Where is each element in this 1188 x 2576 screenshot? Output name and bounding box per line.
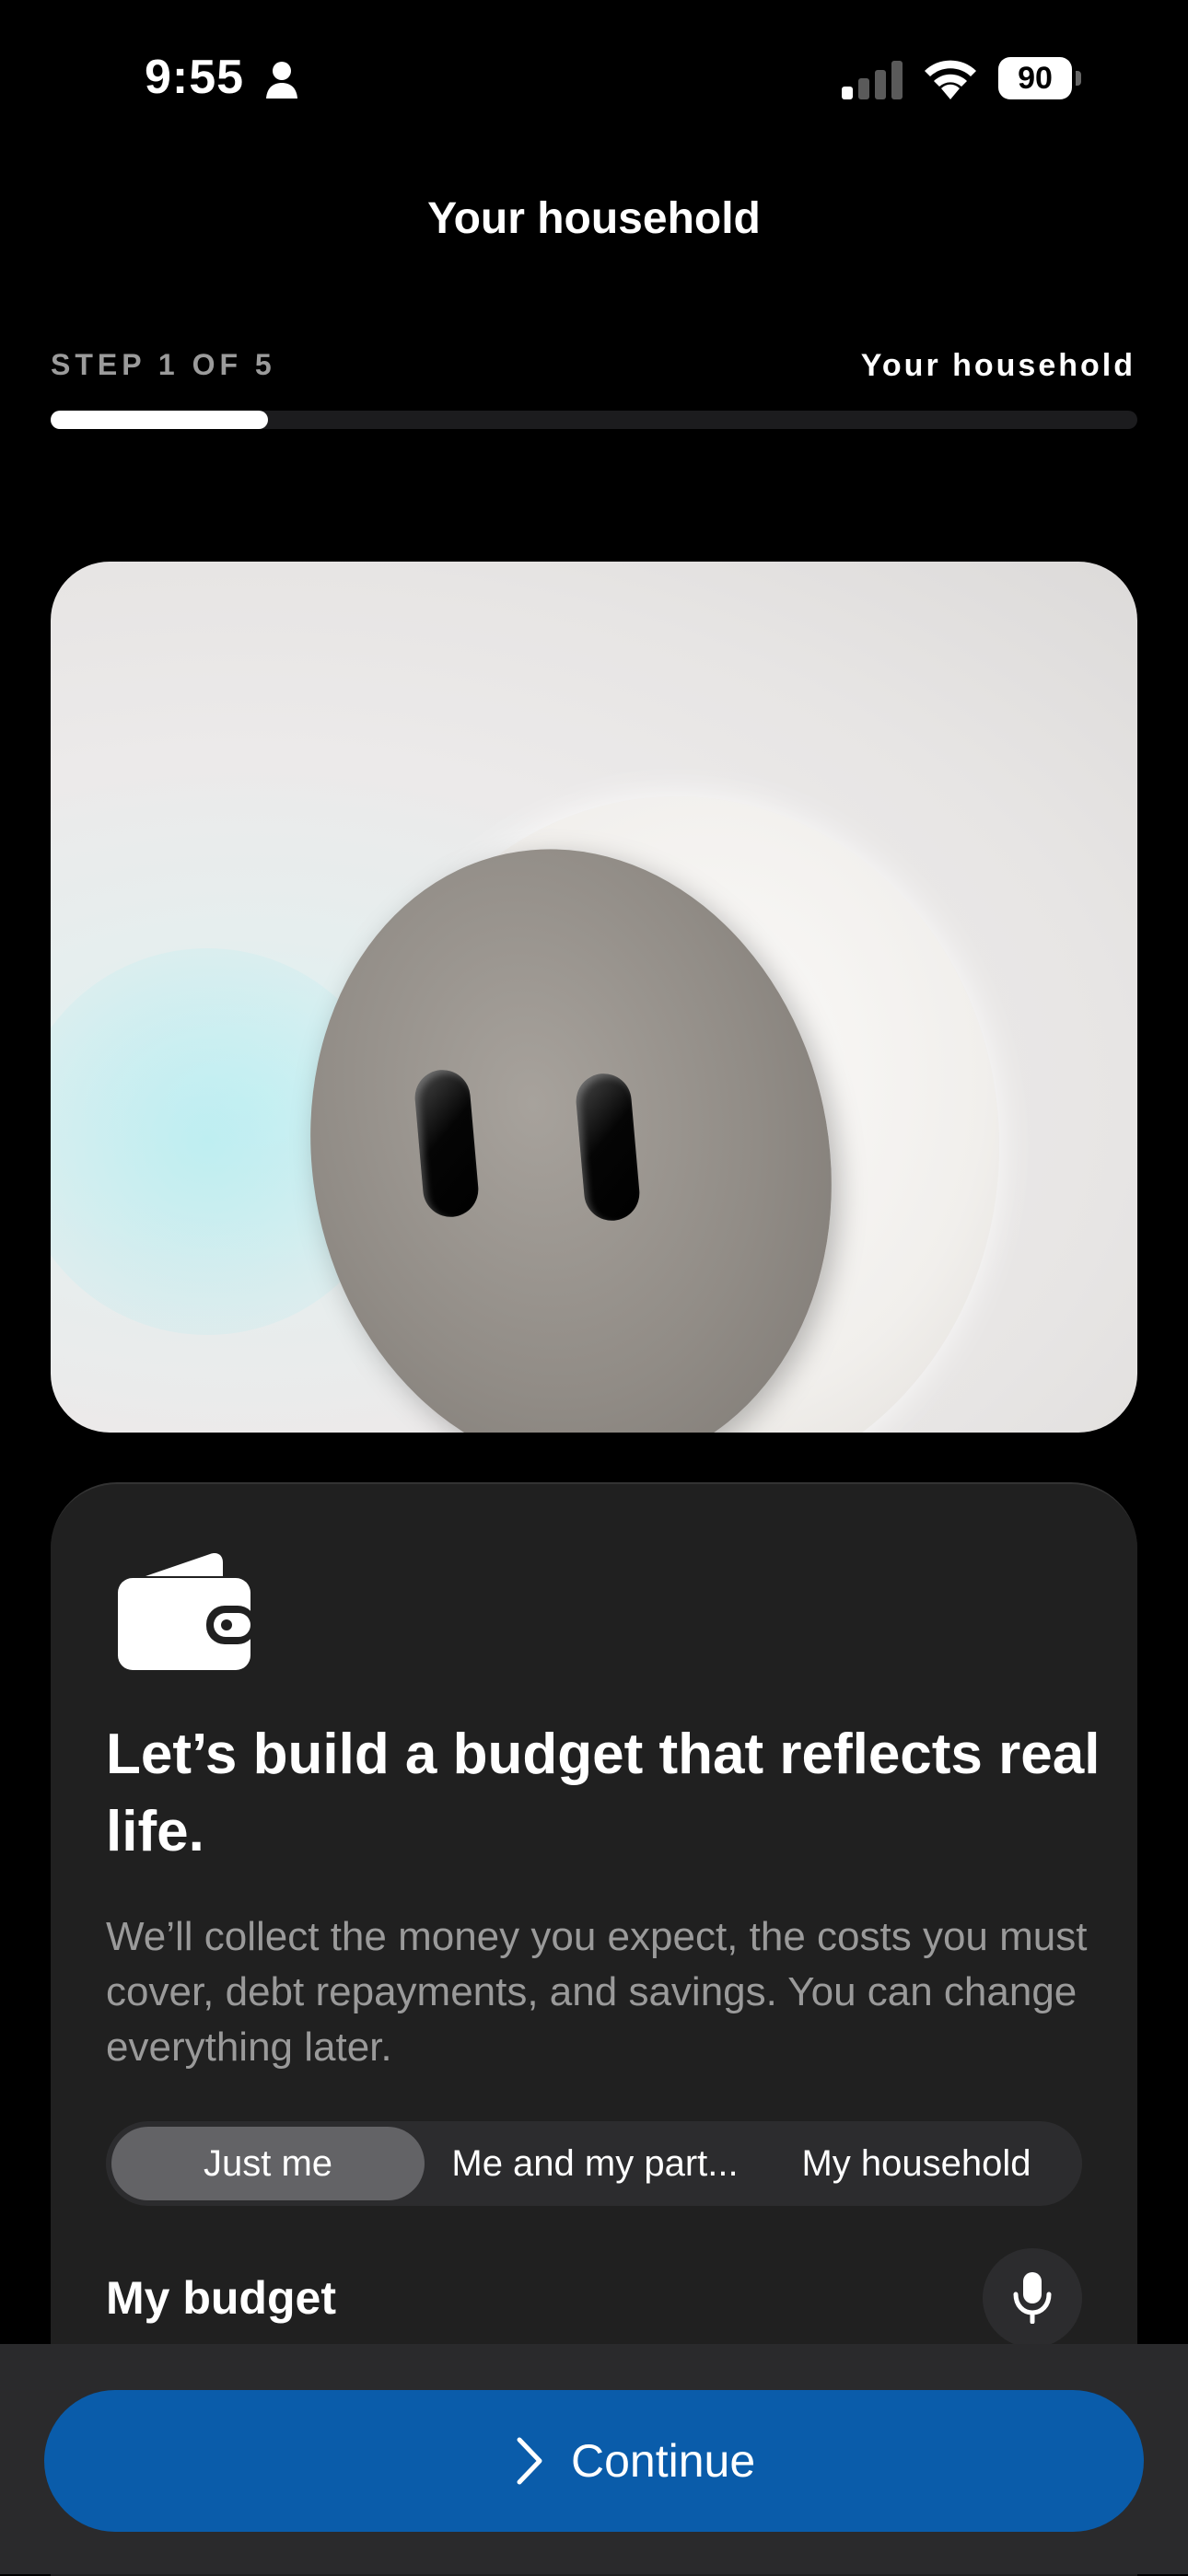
household-segmented-control: Just me Me and my part... My household — [106, 2121, 1082, 2206]
step-name: Your household — [860, 348, 1136, 383]
progress-bar — [51, 411, 1137, 429]
hero-image — [51, 562, 1137, 1433]
card-description: We’ll collect the money you expect, the … — [106, 1914, 1088, 2070]
wallet-icon — [118, 1553, 256, 1670]
bottom-bar: Continue — [0, 2344, 1188, 2574]
my-budget-label: My budget — [106, 2272, 336, 2324]
segment-my-household[interactable]: My household — [760, 2127, 1073, 2200]
step-counter: STEP 1 OF 5 — [51, 348, 276, 381]
continue-label: Continue — [571, 2435, 756, 2487]
page-title: Your household — [427, 194, 761, 243]
progress-fill — [51, 411, 268, 429]
microphone-button[interactable] — [983, 2248, 1082, 2348]
chevron-right-icon — [517, 2437, 542, 2485]
person-icon — [266, 62, 297, 99]
status-bar: 9:55 90 — [0, 0, 1188, 157]
segment-just-me[interactable]: Just me — [111, 2127, 425, 2200]
battery-icon: 90 — [998, 57, 1081, 99]
segment-me-and-partner[interactable]: Me and my part... — [443, 2127, 747, 2200]
status-time: 9:55 — [145, 51, 245, 104]
continue-button[interactable]: Continue — [44, 2390, 1144, 2532]
battery-tip — [1076, 71, 1081, 86]
battery-level: 90 — [998, 57, 1072, 99]
microphone-icon — [1013, 2272, 1052, 2324]
card-title: Let’s build a budget that reflects real … — [106, 1723, 1101, 1863]
wifi-icon — [925, 60, 976, 99]
cellular-signal-icon — [842, 61, 903, 99]
